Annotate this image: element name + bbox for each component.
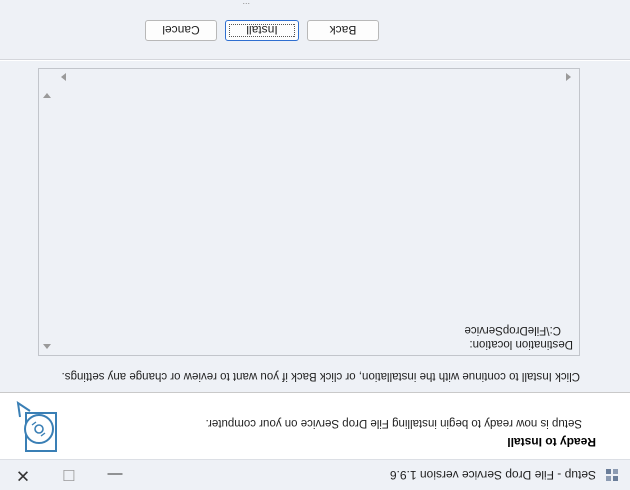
page-subtitle: Setup is now ready to begin installing F… xyxy=(205,417,582,429)
setup-disc-icon xyxy=(16,401,57,452)
setup-app-icon xyxy=(606,469,618,481)
close-icon: ✕ xyxy=(15,466,31,485)
cut-off-text: ... xyxy=(242,1,250,11)
horizontal-scrollbar[interactable] xyxy=(39,69,579,85)
scroll-up-icon[interactable] xyxy=(43,344,51,349)
memo-content: Destination location: C:\FileDropService xyxy=(465,323,574,351)
cancel-button[interactable]: Cancel xyxy=(145,20,217,41)
minimize-button[interactable]: — xyxy=(92,460,138,490)
maximize-button[interactable]: ☐ xyxy=(46,460,92,490)
install-button[interactable]: Install xyxy=(225,20,299,41)
back-button[interactable]: Back xyxy=(307,20,379,41)
window-title: Setup - File Drop Service version 1.9.6 xyxy=(389,468,596,482)
installer-window: Setup - File Drop Service version 1.9.6 … xyxy=(0,0,630,490)
instruction-text: Click Install to continue with the insta… xyxy=(61,370,580,382)
scroll-down-icon[interactable] xyxy=(43,93,51,98)
destination-heading: Destination location: xyxy=(469,338,573,350)
wizard-footer: ... Back Install Cancel xyxy=(0,0,630,60)
title-bar: Setup - File Drop Service version 1.9.6 … xyxy=(0,459,630,490)
minimize-icon: — xyxy=(107,466,123,484)
maximize-icon: ☐ xyxy=(62,466,76,483)
scroll-left-icon[interactable] xyxy=(566,73,571,81)
destination-value: C:\FileDropService xyxy=(464,324,562,336)
wizard-header: Ready to Install Setup is now ready to b… xyxy=(0,392,630,459)
close-button[interactable]: ✕ xyxy=(0,460,46,490)
wizard-body: Click Install to continue with the insta… xyxy=(0,61,630,392)
focus-rectangle xyxy=(229,24,295,37)
page-title: Ready to Install xyxy=(507,435,596,449)
scroll-right-icon[interactable] xyxy=(61,73,66,81)
vertical-scrollbar[interactable] xyxy=(39,85,55,355)
ready-memo[interactable]: Destination location: C:\FileDropService xyxy=(38,68,580,356)
